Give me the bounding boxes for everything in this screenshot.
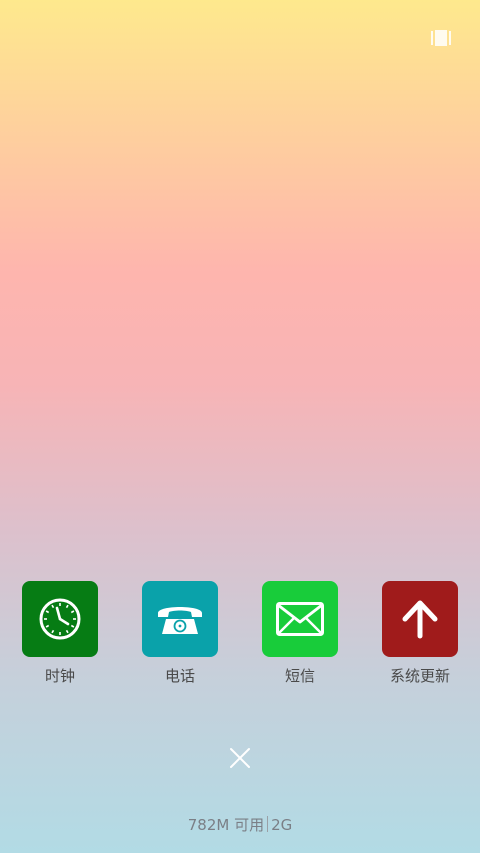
phone-icon [158, 607, 202, 634]
app-phone-tile[interactable] [142, 581, 218, 657]
memory-available: 782M 可用 [187, 816, 265, 834]
app-messages-tile[interactable] [262, 581, 338, 657]
app-clock-label: 时钟 [44, 667, 75, 685]
app-phone-label: 电话 [164, 667, 195, 685]
message-icon [276, 602, 324, 636]
app-system-update-tile[interactable] [382, 581, 458, 657]
app-system-update-label: 系统更新 [389, 667, 450, 685]
app-clock-tile[interactable] [22, 581, 98, 657]
app-messages[interactable]: 短信 [240, 581, 360, 686]
close-icon[interactable] [228, 746, 252, 770]
update-arrow-icon [402, 600, 438, 639]
app-phone[interactable]: 电话 [120, 581, 240, 686]
clock-icon [39, 598, 81, 640]
recent-apps-icon[interactable] [431, 30, 451, 46]
memory-total: 2G [271, 816, 293, 834]
memory-status: 782M 可用 2G [0, 814, 480, 836]
app-messages-label: 短信 [284, 667, 315, 685]
recent-apps-list: 时钟 电话 短信 系统更新 [0, 581, 480, 691]
app-clock[interactable]: 时钟 [0, 581, 120, 686]
app-system-update[interactable]: 系统更新 [360, 581, 480, 686]
memory-divider [267, 816, 269, 832]
recent-apps-screen: 时钟 电话 短信 系统更新 782M 可用 2G [0, 0, 480, 853]
